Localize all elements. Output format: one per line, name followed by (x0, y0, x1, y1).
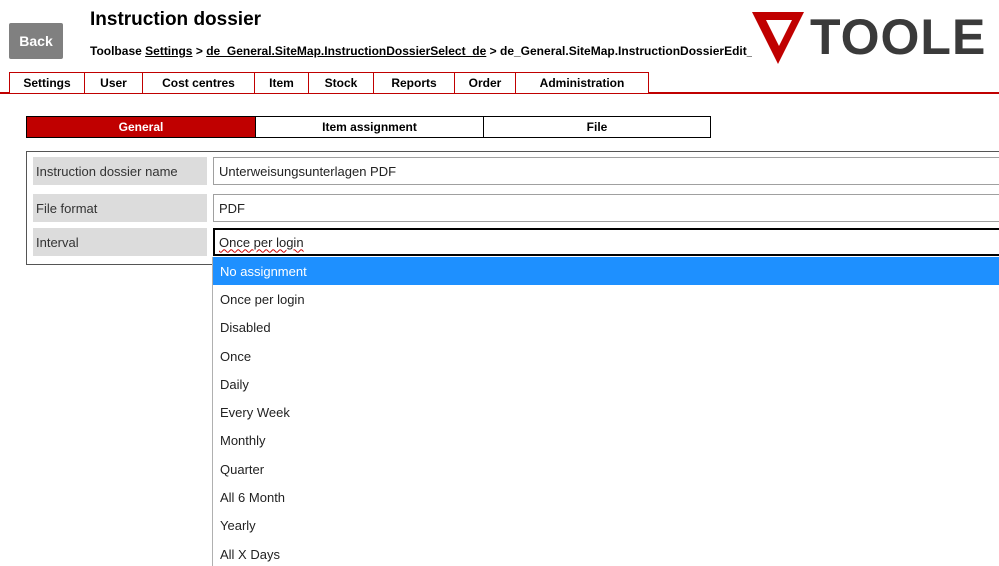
breadcrumb-root: Toolbase (90, 44, 142, 58)
breadcrumb-separator: > (489, 44, 497, 58)
dropdown-option-once-per-login[interactable]: Once per login (213, 285, 999, 313)
nav-item-order[interactable]: Order (455, 72, 516, 94)
interval-selected-value: Once per login (219, 234, 304, 250)
file-format-field[interactable]: PDF (213, 194, 999, 222)
sub-tabs: General Item assignment File (26, 116, 711, 138)
tab-general[interactable]: General (26, 116, 256, 138)
nav-item-user[interactable]: User (85, 72, 143, 94)
nav-item-stock[interactable]: Stock (309, 72, 374, 94)
nav-item-reports[interactable]: Reports (374, 72, 455, 94)
interval-dropdown-list: No assignment Once per login Disabled On… (212, 257, 999, 566)
tab-file[interactable]: File (484, 116, 711, 138)
nav-item-cost-centres[interactable]: Cost centres (143, 72, 255, 94)
back-button[interactable]: Back (9, 23, 63, 59)
dossier-name-label: Instruction dossier name (33, 157, 207, 185)
breadcrumb: Toolbase Settings > de_General.SiteMap.I… (90, 44, 767, 58)
dropdown-option-yearly[interactable]: Yearly (213, 512, 999, 540)
interval-select[interactable]: Once per login (213, 228, 999, 256)
breadcrumb-separator: > (195, 44, 203, 58)
dropdown-option-quarter[interactable]: Quarter (213, 455, 999, 483)
nav-item-item[interactable]: Item (255, 72, 309, 94)
dropdown-option-all-6-month[interactable]: All 6 Month (213, 483, 999, 511)
nav-item-settings[interactable]: Settings (9, 72, 85, 94)
dropdown-option-every-week[interactable]: Every Week (213, 398, 999, 426)
dropdown-option-once[interactable]: Once (213, 342, 999, 370)
logo-mark-icon (752, 12, 804, 64)
dropdown-option-monthly[interactable]: Monthly (213, 427, 999, 455)
dropdown-option-no-assignment[interactable]: No assignment (213, 257, 999, 286)
form-panel: Instruction dossier name Unterweisungsun… (26, 151, 999, 265)
interval-label: Interval (33, 228, 207, 256)
file-format-label: File format (33, 194, 207, 222)
toolbase-logo: TOOLE (752, 6, 999, 68)
tab-item-assignment[interactable]: Item assignment (256, 116, 484, 138)
main-nav: Settings User Cost centres Item Stock Re… (9, 72, 649, 94)
breadcrumb-link-settings[interactable]: Settings (145, 44, 192, 58)
breadcrumb-link-dossier-select[interactable]: de_General.SiteMap.InstructionDossierSel… (206, 44, 486, 58)
nav-item-administration[interactable]: Administration (516, 72, 649, 94)
dropdown-option-disabled[interactable]: Disabled (213, 314, 999, 342)
logo-text: TOOLE (810, 9, 987, 65)
dropdown-option-all-x-days[interactable]: All X Days (213, 540, 999, 566)
dropdown-option-daily[interactable]: Daily (213, 370, 999, 398)
breadcrumb-current: de_General.SiteMap.InstructionDossierEdi… (500, 44, 768, 58)
page-title: Instruction dossier (90, 9, 262, 30)
dossier-name-field[interactable]: Unterweisungsunterlagen PDF (213, 157, 999, 185)
